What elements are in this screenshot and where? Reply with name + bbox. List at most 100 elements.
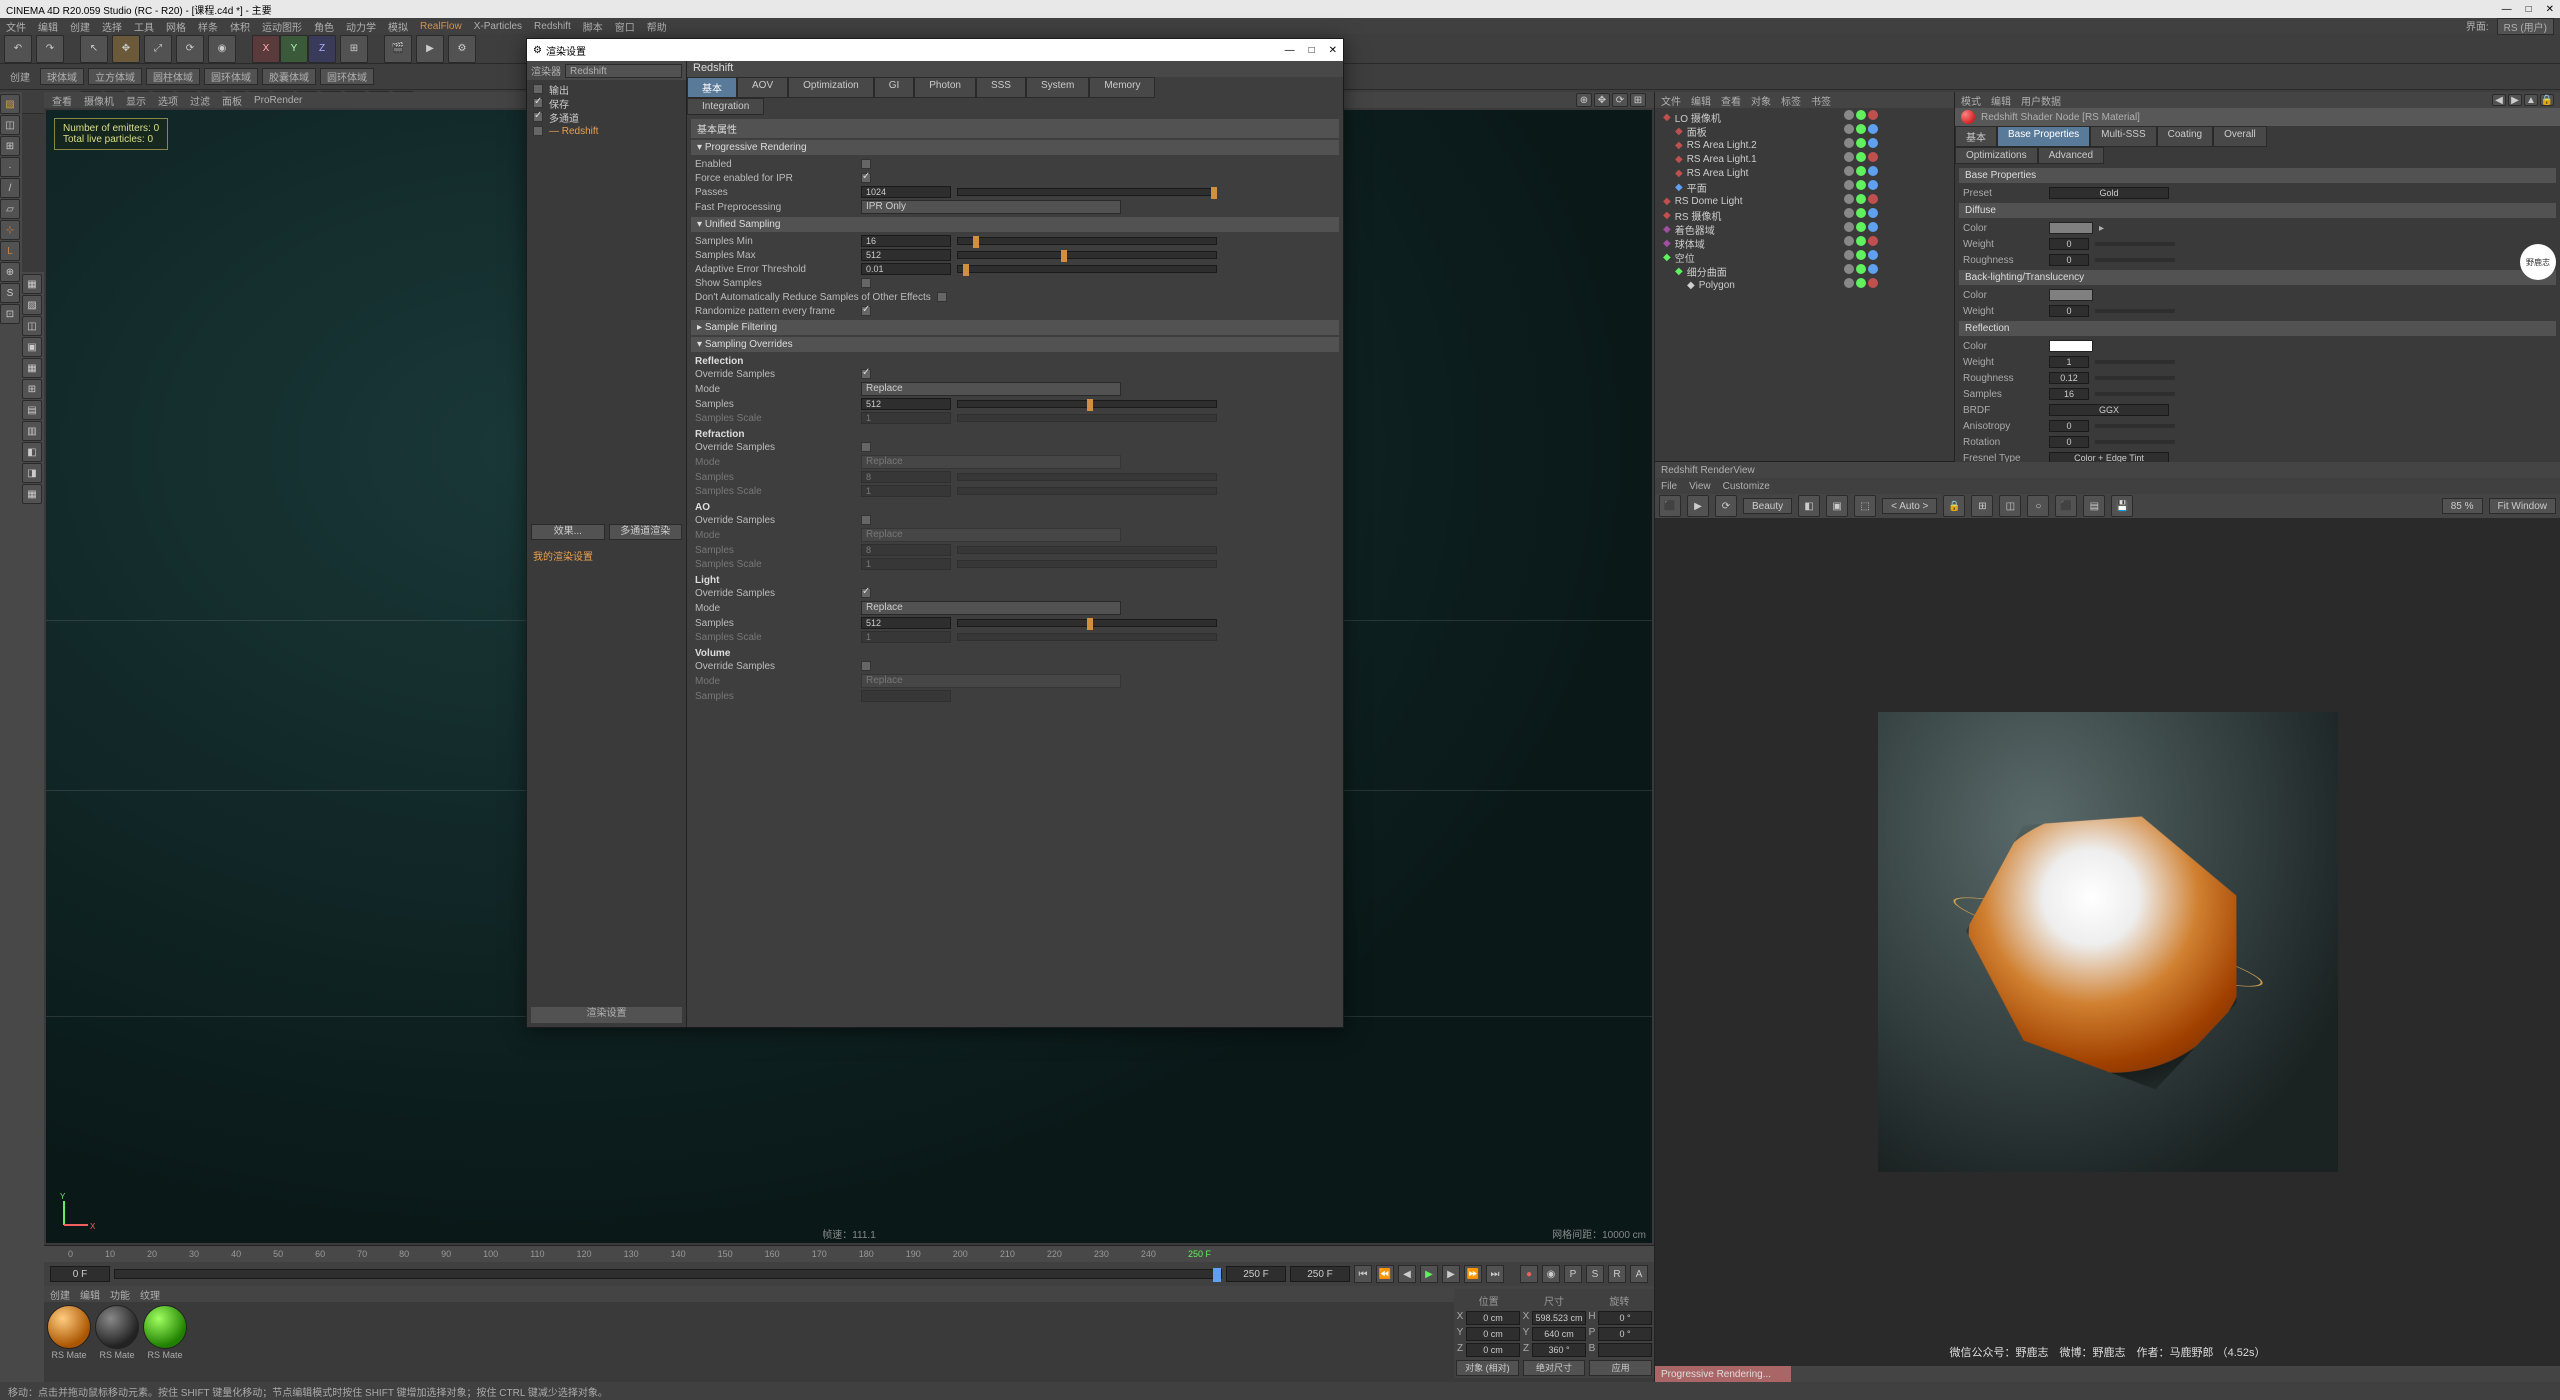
rs-light-samples-slider[interactable] [957,619,1217,627]
diff-rough-slider[interactable] [2095,258,2175,262]
next-frame-icon[interactable]: ▶ [1442,1265,1460,1283]
next-key-icon[interactable]: ⏩ [1464,1265,1482,1283]
layout-dropdown[interactable]: RS (用户) [2497,18,2554,35]
tab-overall[interactable]: Overall [2213,126,2267,147]
t2-2-icon[interactable]: ▨ [22,295,42,315]
refl-aniso-slider[interactable] [2095,424,2175,428]
rs-prog-enabled-check[interactable] [861,159,871,169]
am-userdata[interactable]: 用户数据 [2021,93,2061,108]
coord-mode1[interactable]: 对象 (相对) [1456,1360,1519,1376]
key-s-icon[interactable]: S [1586,1265,1604,1283]
vp-display[interactable]: 显示 [126,93,146,108]
tab-optimizations[interactable]: Optimizations [1955,147,2038,164]
palette-capsule[interactable]: 胶囊体域 [262,68,316,85]
tab-multi-sss[interactable]: Multi-SSS [2090,126,2156,147]
rv-bucket-icon[interactable]: ▣ [1826,495,1848,517]
rv-hist-icon[interactable]: ▤ [2083,495,2105,517]
om-obj[interactable]: 对象 [1751,93,1771,108]
material-slot-3[interactable]: RS Mate [142,1304,188,1360]
menu-redshift[interactable]: Redshift [534,21,571,32]
om-row[interactable]: ◆LO 摄像机 [1659,110,1840,124]
texture-mode-icon[interactable]: ◫ [0,115,20,135]
select-tool-icon[interactable]: ↖ [80,35,108,63]
rv-shape-icon[interactable]: ○ [2027,495,2049,517]
autokey-icon[interactable]: ◉ [1542,1265,1560,1283]
diff-weight-slider[interactable] [2095,242,2175,246]
palette-torus2[interactable]: 圆环体域 [320,68,374,85]
rs-minimize-icon[interactable]: — [1285,45,1295,56]
play-icon[interactable]: ▶ [1420,1265,1438,1283]
rs-max-field[interactable]: 512 [861,249,951,261]
am-mode[interactable]: 模式 [1961,93,1981,108]
rs-close-icon[interactable]: ✕ [1329,45,1337,56]
menu-help[interactable]: 帮助 [647,19,667,34]
rs-prog-passes-field[interactable]: 1024 [861,186,951,198]
refl-samples-field[interactable]: 16 [2049,388,2089,400]
rv-crop-icon[interactable]: ⬚ [1854,495,1876,517]
rs-tab-system[interactable]: System [1026,77,1089,98]
om-tree[interactable]: ◆LO 摄像机◆面板◆RS Area Light.2◆RS Area Light… [1655,108,1844,461]
preset-dropdown[interactable]: Gold [2049,187,2169,199]
back-weight-field[interactable]: 0 [2049,305,2089,317]
rs-prog-passes-slider[interactable] [957,188,1217,196]
rs-list-check[interactable] [533,112,543,122]
t2-1-icon[interactable]: ▦ [22,274,42,294]
rs-override-header[interactable]: ▾ Sampling Overrides [691,337,1339,352]
refl-fresnel-dropdown[interactable]: Color + Edge Tint [2049,452,2169,462]
snap3-icon[interactable]: S [0,283,20,303]
t2-11-icon[interactable]: ▦ [22,484,42,504]
om-row[interactable]: ◆RS Area Light [1659,166,1840,180]
vp-nav-4-icon[interactable]: ⊞ [1630,93,1646,107]
maximize-icon[interactable]: □ [2526,4,2532,15]
rotate-tool-icon[interactable]: ⟳ [176,35,204,63]
rs-show-check[interactable] [861,278,871,288]
timeline-scrub[interactable] [114,1269,1222,1279]
vp-view[interactable]: 查看 [52,93,72,108]
rs-light-mode-dropdown[interactable]: Replace [861,601,1121,615]
menu-xparticles[interactable]: X-Particles [474,21,522,32]
om-tag-row[interactable] [1844,276,1954,290]
om-tag-row[interactable] [1844,122,1954,136]
axis-y-button[interactable]: Y [280,35,308,63]
rs-thr-slider[interactable] [957,265,1217,273]
om-row[interactable]: ◆空位 [1659,250,1840,264]
rv-grid-icon[interactable]: ⊞ [1971,495,1993,517]
om-view[interactable]: 查看 [1721,93,1741,108]
snap-icon[interactable]: L [0,241,20,261]
diff-weight-field[interactable]: 0 [2049,238,2089,250]
t2-4-icon[interactable]: ▣ [22,337,42,357]
rs-filter-header[interactable]: ▸ Sample Filtering [691,320,1339,335]
rs-renderer-dropdown[interactable]: Redshift [565,64,682,78]
mat-edit[interactable]: 编辑 [80,1287,100,1302]
mat-create[interactable]: 创建 [50,1287,70,1302]
am-edit[interactable]: 编辑 [1991,93,2011,108]
rv-play-icon[interactable]: ▶ [1687,495,1709,517]
rv-view[interactable]: View [1689,481,1711,492]
rs-min-slider[interactable] [957,237,1217,245]
refl-weight-slider[interactable] [2095,360,2175,364]
key-a-icon[interactable]: A [1630,1265,1648,1283]
rs-light-samples-field[interactable]: 512 [861,617,951,629]
rs-unified-header[interactable]: ▾ Unified Sampling [691,217,1339,232]
rv-snap-icon[interactable]: ⬛ [2055,495,2077,517]
menu-spline[interactable]: 样条 [198,19,218,34]
rs-prog-fast-dropdown[interactable]: IPR Only [861,200,1121,214]
rs-auto-check[interactable] [937,292,947,302]
menu-tools[interactable]: 工具 [134,19,154,34]
rs-maximize-icon[interactable]: □ [1309,45,1315,56]
t2-8-icon[interactable]: ▥ [22,421,42,441]
axis-z-button[interactable]: Z [308,35,336,63]
rs-refl-ov-check[interactable] [861,369,871,379]
rs-save-preset-button[interactable]: 渲染设置 [531,1007,682,1023]
am-prev-icon[interactable]: ◀ [2492,94,2506,106]
am-lock-icon[interactable]: 🔒 [2540,94,2554,106]
vp-nav-2-icon[interactable]: ✥ [1594,93,1610,107]
key-r-icon[interactable]: R [1608,1265,1626,1283]
vp-nav-3-icon[interactable]: ⟳ [1612,93,1628,107]
coord-z-size[interactable] [1532,1343,1586,1357]
axis-mode-icon[interactable]: ⊹ [0,220,20,240]
rv-file[interactable]: File [1661,481,1677,492]
undo-icon[interactable]: ↶ [4,35,32,63]
rs-refl-mode-dropdown[interactable]: Replace [861,382,1121,396]
om-tag-row[interactable] [1844,248,1954,262]
